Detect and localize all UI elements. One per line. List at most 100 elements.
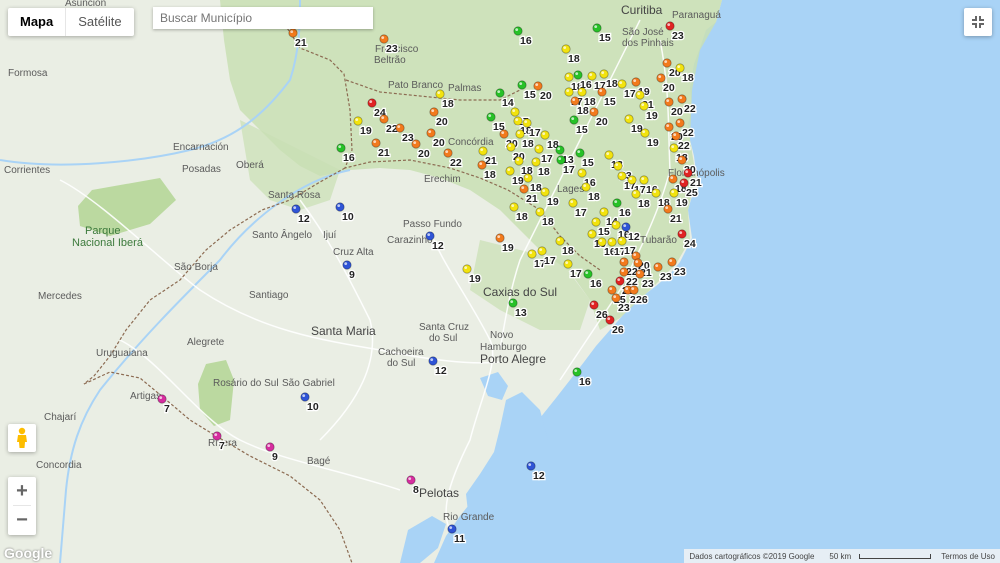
- marker-dot[interactable]: [675, 63, 685, 73]
- marker-dot[interactable]: [675, 118, 685, 128]
- marker-dot[interactable]: [653, 262, 663, 272]
- marker-dot[interactable]: [639, 101, 649, 111]
- marker-dot[interactable]: [535, 207, 545, 217]
- map-type-mapa-button[interactable]: Mapa: [8, 8, 67, 36]
- marker-dot[interactable]: [564, 87, 574, 97]
- marker-dot[interactable]: [668, 174, 678, 184]
- marker-dot[interactable]: [336, 143, 346, 153]
- marker-dot[interactable]: [379, 114, 389, 124]
- marker-dot[interactable]: [300, 392, 310, 402]
- marker-dot[interactable]: [540, 187, 550, 197]
- marker-dot[interactable]: [597, 237, 607, 247]
- marker-dot[interactable]: [486, 112, 496, 122]
- marker-dot[interactable]: [627, 175, 637, 185]
- marker-dot[interactable]: [555, 236, 565, 246]
- scale-indicator[interactable]: 50 km: [819, 552, 936, 561]
- marker-dot[interactable]: [335, 202, 345, 212]
- marker-dot[interactable]: [288, 28, 298, 38]
- marker-dot[interactable]: [367, 98, 377, 108]
- marker-dot[interactable]: [531, 157, 541, 167]
- marker-dot[interactable]: [631, 189, 641, 199]
- zoom-in-button[interactable]: +: [8, 477, 36, 505]
- marker-dot[interactable]: [683, 168, 693, 178]
- marker-dot[interactable]: [519, 184, 529, 194]
- marker-dot[interactable]: [589, 300, 599, 310]
- marker-dot[interactable]: [517, 80, 527, 90]
- marker-dot[interactable]: [499, 129, 509, 139]
- marker-dot[interactable]: [462, 264, 472, 274]
- marker-dot[interactable]: [607, 237, 617, 247]
- street-view-pegman-button[interactable]: [8, 424, 36, 452]
- marker-dot[interactable]: [635, 90, 645, 100]
- marker-dot[interactable]: [612, 198, 622, 208]
- marker-dot[interactable]: [621, 222, 631, 232]
- marker-dot[interactable]: [428, 356, 438, 366]
- marker-dot[interactable]: [291, 204, 301, 214]
- marker-dot[interactable]: [570, 96, 580, 106]
- marker-dot[interactable]: [664, 122, 674, 132]
- map-type-satelite-button[interactable]: Satélite: [66, 8, 133, 36]
- marker-dot[interactable]: [353, 116, 363, 126]
- marker-dot[interactable]: [508, 298, 518, 308]
- marker-dot[interactable]: [379, 34, 389, 44]
- marker-dot[interactable]: [572, 367, 582, 377]
- marker-dot[interactable]: [429, 107, 439, 117]
- marker-dot[interactable]: [629, 285, 639, 295]
- marker-dot[interactable]: [669, 143, 679, 153]
- marker-dot[interactable]: [581, 182, 591, 192]
- marker-dot[interactable]: [619, 257, 629, 267]
- marker-dot[interactable]: [613, 161, 623, 171]
- marker-dot[interactable]: [540, 130, 550, 140]
- marker-dot[interactable]: [677, 94, 687, 104]
- marker-dot[interactable]: [526, 461, 536, 471]
- marker-dot[interactable]: [624, 114, 634, 124]
- marker-dot[interactable]: [513, 116, 523, 126]
- marker-dot[interactable]: [478, 146, 488, 156]
- marker-dot[interactable]: [265, 442, 275, 452]
- marker-dot[interactable]: [597, 87, 607, 97]
- marker-dot[interactable]: [561, 44, 571, 54]
- marker-dot[interactable]: [212, 431, 222, 441]
- marker-dot[interactable]: [599, 207, 609, 217]
- marker-dot[interactable]: [371, 138, 381, 148]
- marker-dot[interactable]: [640, 128, 650, 138]
- marker-dot[interactable]: [577, 168, 587, 178]
- marker-dot[interactable]: [583, 269, 593, 279]
- marker-dot[interactable]: [510, 107, 520, 117]
- marker-dot[interactable]: [662, 58, 672, 68]
- marker-dot[interactable]: [587, 229, 597, 239]
- marker-dot[interactable]: [443, 148, 453, 158]
- marker-dot[interactable]: [619, 267, 629, 277]
- marker-dot[interactable]: [617, 171, 627, 181]
- marker-dot[interactable]: [411, 139, 421, 149]
- marker-dot[interactable]: [515, 129, 525, 139]
- marker-dot[interactable]: [426, 128, 436, 138]
- marker-dot[interactable]: [679, 178, 689, 188]
- marker-dot[interactable]: [509, 202, 519, 212]
- marker-dot[interactable]: [639, 175, 649, 185]
- marker-dot[interactable]: [656, 73, 666, 83]
- marker-dot[interactable]: [677, 229, 687, 239]
- map-attribution[interactable]: Dados cartográficos ©2019 Google: [684, 552, 819, 561]
- marker-dot[interactable]: [395, 123, 405, 133]
- marker-dot[interactable]: [568, 198, 578, 208]
- marker-dot[interactable]: [589, 107, 599, 117]
- marker-dot[interactable]: [563, 259, 573, 269]
- marker-dot[interactable]: [435, 89, 445, 99]
- marker-dot[interactable]: [522, 118, 532, 128]
- marker-dot[interactable]: [534, 144, 544, 154]
- marker-dot[interactable]: [587, 71, 597, 81]
- marker-dot[interactable]: [495, 88, 505, 98]
- marker-dot[interactable]: [577, 87, 587, 97]
- zoom-out-button[interactable]: −: [8, 506, 36, 534]
- marker-dot[interactable]: [664, 97, 674, 107]
- terms-link[interactable]: Termos de Uso: [936, 552, 1000, 561]
- marker-dot[interactable]: [607, 285, 617, 295]
- fullscreen-button[interactable]: [964, 8, 992, 36]
- marker-dot[interactable]: [591, 217, 601, 227]
- marker-dot[interactable]: [537, 246, 547, 256]
- marker-dot[interactable]: [635, 269, 645, 279]
- marker-dot[interactable]: [651, 188, 661, 198]
- marker-dot[interactable]: [513, 26, 523, 36]
- marker-dot[interactable]: [506, 142, 516, 152]
